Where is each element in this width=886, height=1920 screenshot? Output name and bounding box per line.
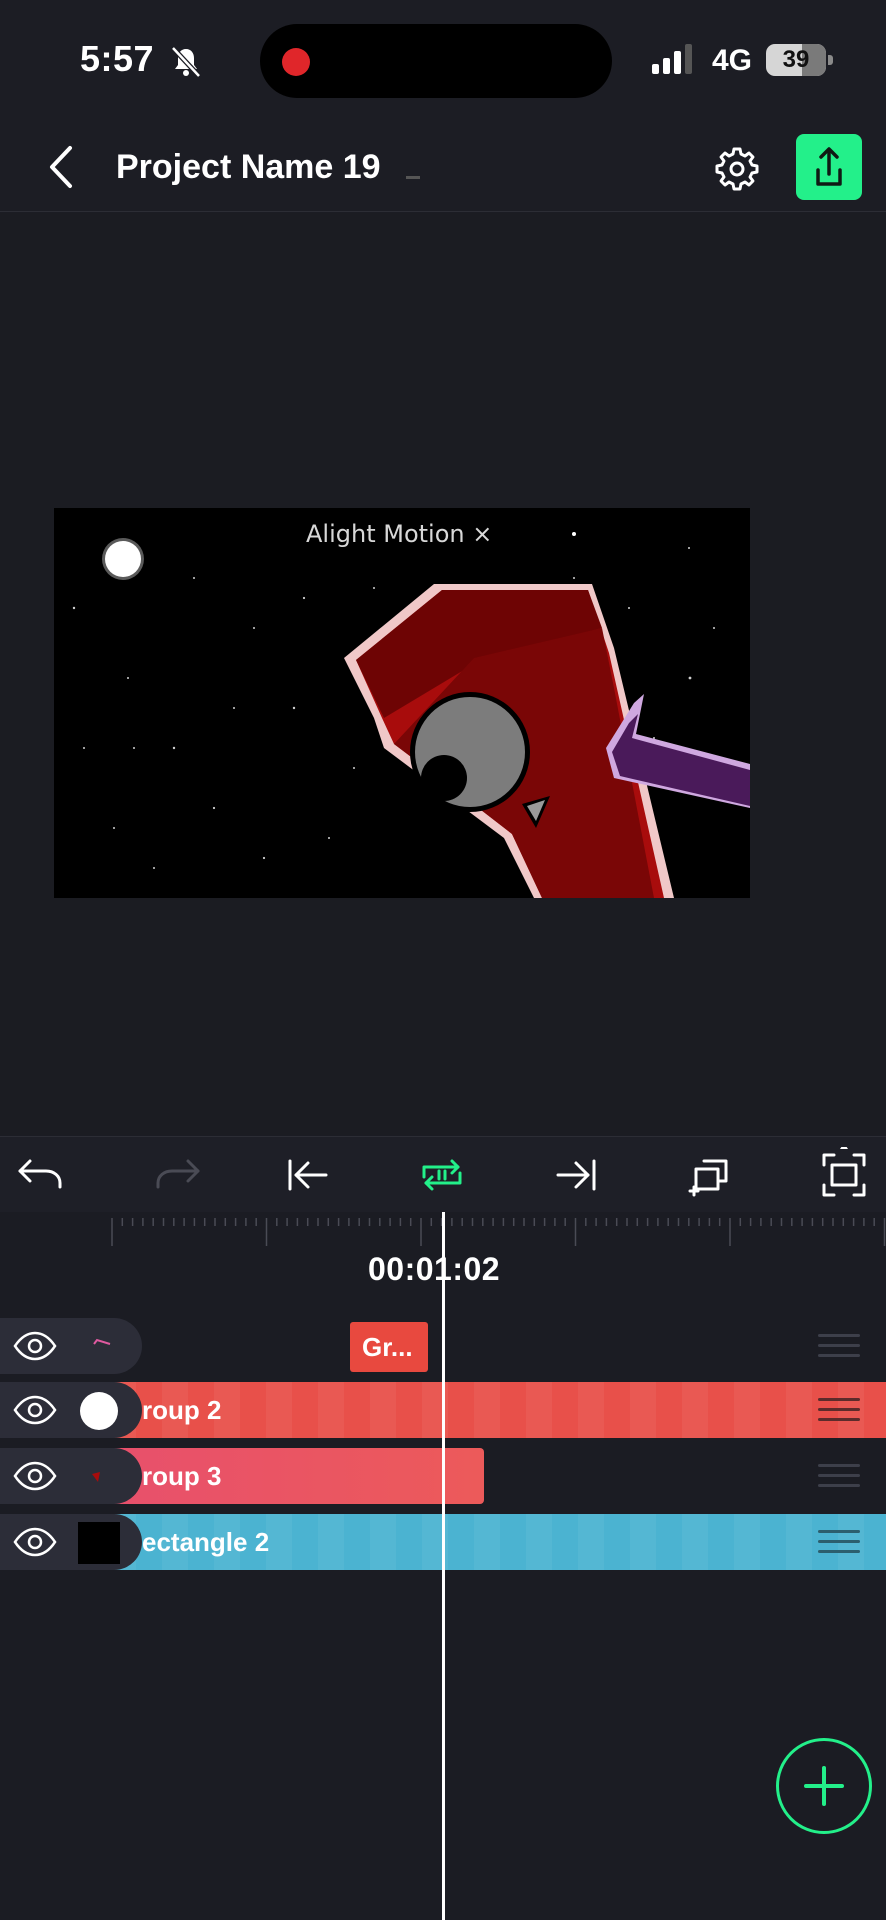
- editor-toolbar: [0, 1136, 886, 1212]
- bell-slash-icon: [171, 46, 201, 78]
- layer-header[interactable]: [0, 1318, 142, 1374]
- status-time: 5:57: [80, 38, 155, 79]
- undo-icon[interactable]: [14, 1147, 70, 1203]
- battery-percent: 39: [782, 46, 810, 73]
- fit-screen-icon[interactable]: [816, 1147, 872, 1203]
- layer-thumbnail: [92, 1472, 100, 1482]
- export-share-icon: [816, 147, 842, 186]
- eye-icon[interactable]: [12, 1394, 58, 1426]
- cell-signal-icon: [652, 44, 692, 74]
- layer-thumbnail: [78, 1522, 120, 1564]
- settings-gear-icon[interactable]: [712, 144, 762, 194]
- reorder-handle[interactable]: [818, 1530, 860, 1556]
- layer-thumbnail: [93, 1338, 111, 1345]
- layer-clip-label: roup 2: [142, 1395, 222, 1425]
- video-preview[interactable]: Alight Motion ×: [54, 508, 750, 898]
- back-icon[interactable]: [40, 142, 84, 192]
- reorder-handle[interactable]: [818, 1398, 860, 1424]
- timeline-panel[interactable]: 00:01:02 Gr... roup 2 roup 3 ectangle 2: [0, 1212, 886, 1920]
- add-layer-button[interactable]: [776, 1738, 872, 1834]
- export-button[interactable]: [796, 134, 862, 200]
- eye-icon[interactable]: [12, 1526, 58, 1558]
- duplicate-icon[interactable]: [682, 1147, 738, 1203]
- layer-clip-label: roup 3: [142, 1461, 222, 1491]
- playhead[interactable]: [442, 1212, 445, 1920]
- layer-clip[interactable]: ectangle 2: [110, 1514, 886, 1570]
- playhead-timecode: 00:01:02: [362, 1246, 507, 1292]
- layer-clip-label: Gr...: [362, 1332, 413, 1362]
- recording-indicator: [282, 48, 310, 76]
- top-app-bar: Project Name 19: [0, 120, 886, 212]
- project-title[interactable]: Project Name 19: [116, 148, 381, 187]
- go-to-end-icon[interactable]: [548, 1147, 604, 1203]
- reorder-handle[interactable]: [818, 1334, 860, 1360]
- title-edit-caret: [406, 176, 420, 179]
- eye-icon[interactable]: [12, 1460, 58, 1492]
- layer-clip-label: ectangle 2: [142, 1527, 270, 1557]
- redo-icon[interactable]: [148, 1147, 204, 1203]
- layer-thumbnail: [80, 1392, 118, 1430]
- eye-icon[interactable]: [12, 1330, 58, 1362]
- layer-clip[interactable]: roup 3: [110, 1448, 484, 1504]
- network-type: 4G: [712, 44, 753, 77]
- reorder-handle[interactable]: [818, 1464, 860, 1490]
- watermark-text: Alight Motion ×: [306, 520, 493, 548]
- battery-indicator: 39: [766, 44, 834, 76]
- layer-header[interactable]: [0, 1514, 142, 1570]
- dynamic-island: [260, 24, 612, 98]
- layer-header[interactable]: [0, 1448, 142, 1504]
- layer-clip[interactable]: Gr...: [350, 1322, 428, 1372]
- add-icon: [804, 1766, 844, 1806]
- go-to-start-icon[interactable]: [280, 1147, 336, 1203]
- status-bar: 5:57 4G 39: [0, 0, 886, 120]
- layer-clip[interactable]: roup 2: [110, 1382, 886, 1438]
- layer-header[interactable]: [0, 1382, 142, 1438]
- loop-icon[interactable]: [414, 1147, 470, 1203]
- preview-artwork: [72, 532, 750, 898]
